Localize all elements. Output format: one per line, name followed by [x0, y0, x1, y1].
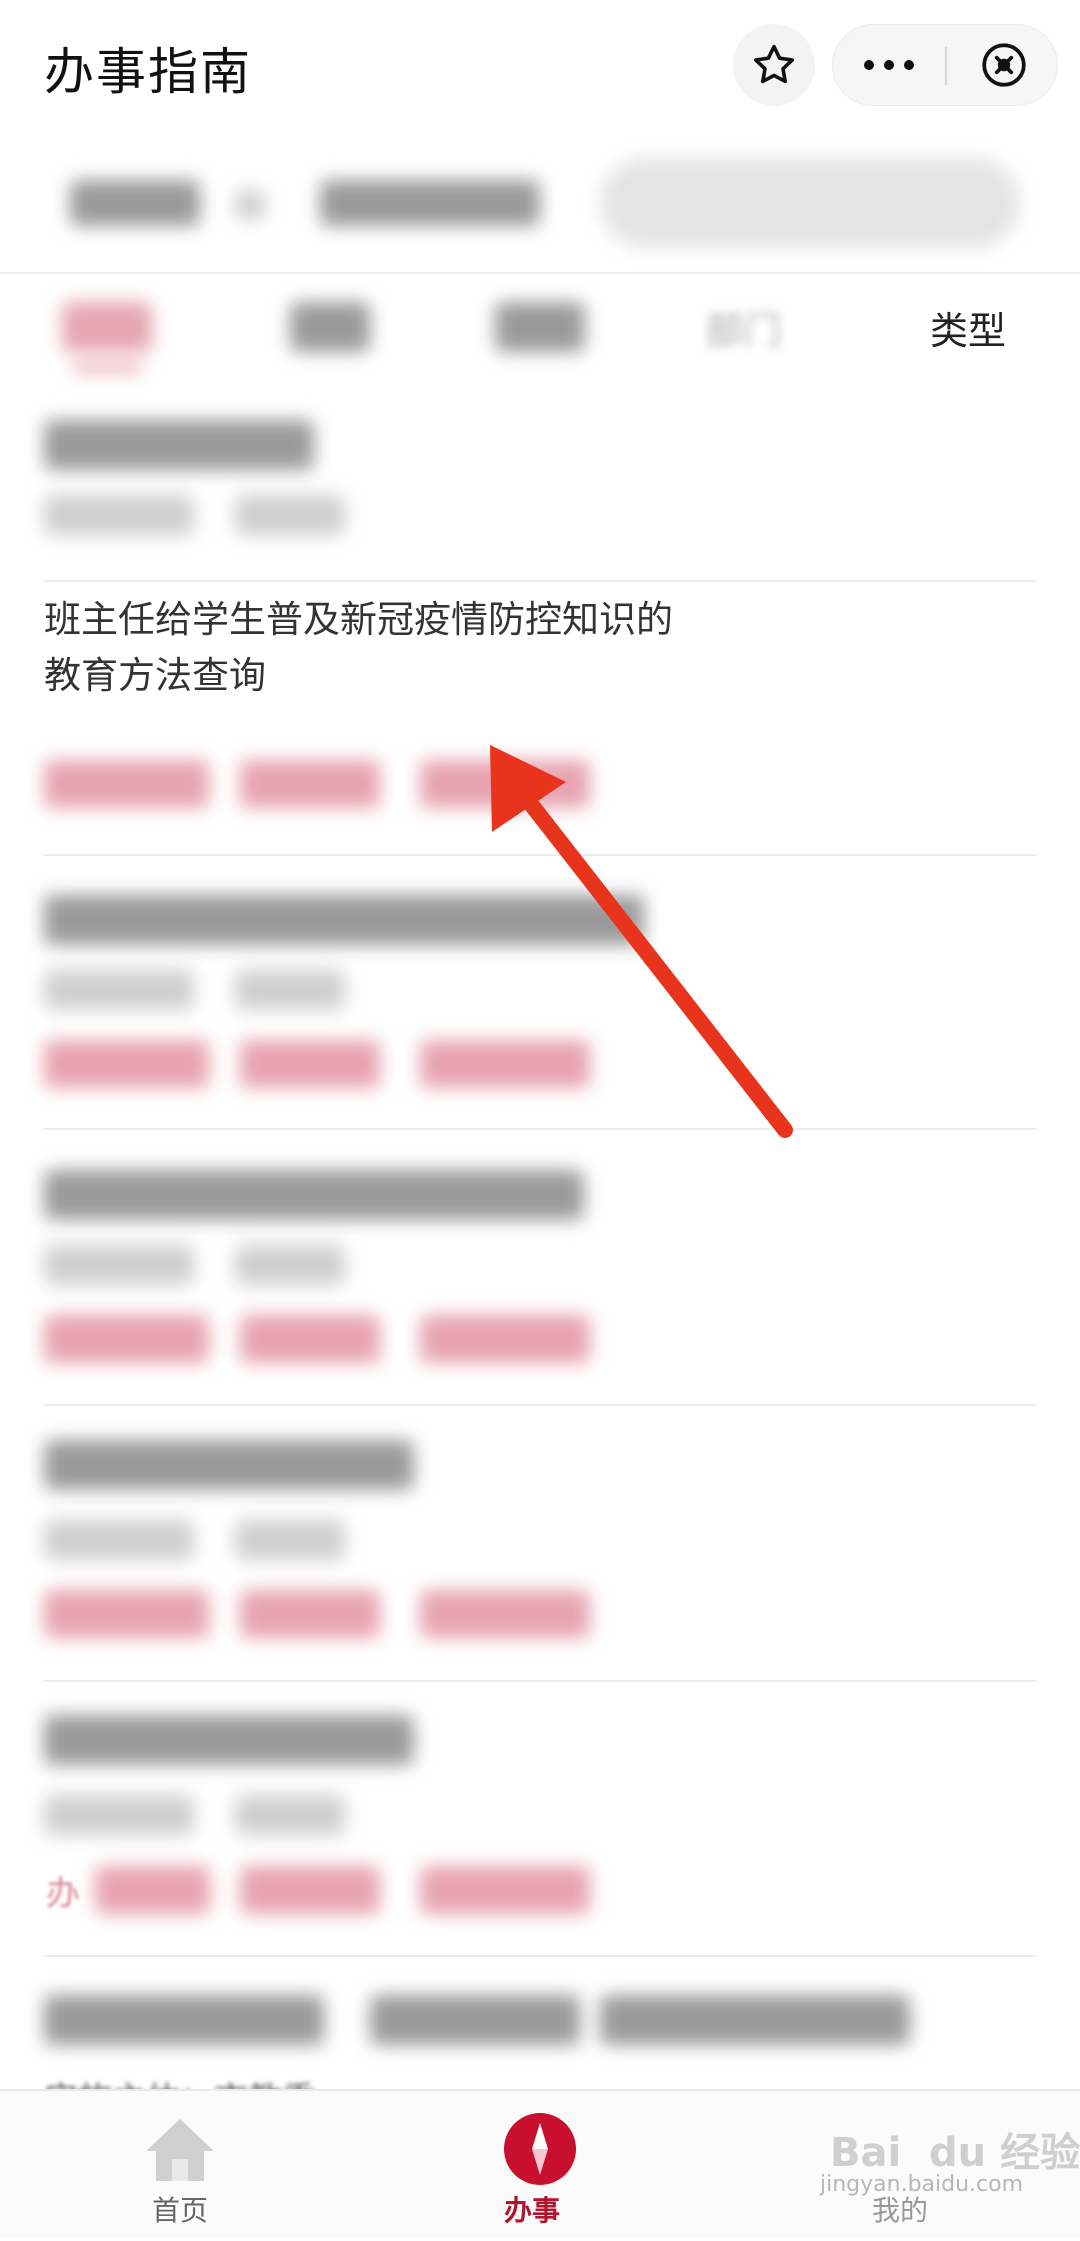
item-meta-blurred	[235, 1520, 345, 1560]
filter-area-arrow-blurred	[235, 190, 265, 220]
item-tag-blurred	[240, 760, 380, 808]
item-title-blurred	[44, 1170, 584, 1220]
page-title: 办事指南	[44, 43, 252, 101]
star-icon	[754, 44, 794, 84]
item-title-blurred	[44, 1715, 414, 1765]
item-tag-blurred	[240, 1315, 380, 1363]
item-title-blurred	[600, 1995, 910, 2045]
item-tag-partial: 办	[46, 1874, 80, 1914]
more-icon	[859, 60, 919, 70]
nav-home[interactable]: 首页	[80, 2091, 280, 2241]
item-tag-blurred	[420, 1590, 590, 1638]
item-title-blurred	[44, 1440, 414, 1490]
item-tag-blurred	[240, 1590, 380, 1638]
filter-area-blurred[interactable]	[70, 180, 200, 226]
filter-level-blurred[interactable]	[320, 180, 540, 226]
item-tag-blurred	[420, 760, 590, 808]
watermark-brand: Bai du 经验	[830, 2130, 1080, 2176]
item-tag-blurred	[420, 1040, 590, 1088]
item-tag-blurred	[44, 1315, 209, 1363]
filter-divider	[0, 272, 1080, 274]
nav-handle[interactable]: 办事	[432, 2091, 632, 2241]
top-bar: 办事指南	[0, 0, 1080, 130]
tab-row: 部门 类型	[0, 280, 1080, 390]
list-divider	[44, 854, 1036, 856]
item-tag-blurred	[95, 1866, 210, 1914]
item-meta-blurred	[44, 970, 194, 1010]
tab-2-blurred[interactable]	[290, 302, 370, 352]
item-meta-blurred	[44, 1795, 194, 1835]
item-title-blurred	[44, 1995, 324, 2045]
search-box-blurred[interactable]	[600, 158, 1020, 248]
item-tag-blurred	[44, 1590, 209, 1638]
watermark-url: jingyan.baidu.com	[820, 2172, 1024, 2197]
item-tag-blurred	[420, 1315, 590, 1363]
item-tag-blurred	[44, 760, 209, 808]
nav-home-label: 首页	[151, 2194, 208, 2227]
item-meta-blurred	[44, 495, 194, 535]
favorite-button[interactable]	[733, 24, 815, 106]
item-meta-blurred	[235, 1795, 345, 1835]
tab-1-underline-blurred	[72, 362, 142, 372]
item-title-blurred	[370, 1995, 580, 2045]
capsule-divider	[945, 47, 947, 85]
item-meta-blurred	[235, 1245, 345, 1285]
item-meta-blurred	[44, 1520, 194, 1560]
close-button[interactable]	[949, 25, 1059, 105]
filter-row	[0, 140, 1080, 270]
mini-program-capsule	[832, 24, 1058, 106]
item-tag-blurred	[240, 1866, 380, 1914]
list-divider	[44, 1128, 1036, 1130]
list-divider	[44, 1404, 1036, 1406]
more-button[interactable]	[833, 25, 945, 105]
compass-icon	[504, 2113, 576, 2185]
item-title-blurred	[44, 895, 644, 945]
baidu-jingyan-watermark: Bai du 经验 jingyan.baidu.com	[820, 2110, 1080, 2200]
nav-handle-label: 办事	[503, 2194, 560, 2227]
tab-3-blurred[interactable]	[495, 302, 585, 352]
tab-department[interactable]: 部门	[705, 300, 781, 360]
item-title-blurred	[44, 420, 314, 470]
item-meta-blurred	[44, 1245, 194, 1285]
close-circle-icon	[982, 43, 1026, 87]
home-icon	[146, 2119, 214, 2181]
item-tag-blurred	[44, 1040, 209, 1088]
tab-type[interactable]: 类型	[930, 300, 1006, 360]
item-meta-blurred	[235, 970, 345, 1010]
item-tag-blurred	[420, 1866, 590, 1914]
list-divider	[44, 1680, 1036, 1682]
item-title[interactable]: 班主任给学生普及新冠疫情防控知识的教育方法查询	[44, 592, 684, 704]
list-divider	[44, 580, 1036, 582]
list-divider	[44, 1955, 1036, 1957]
item-meta-blurred	[235, 495, 345, 535]
item-tag-blurred	[240, 1040, 380, 1088]
tab-1-blurred[interactable]	[62, 302, 152, 352]
